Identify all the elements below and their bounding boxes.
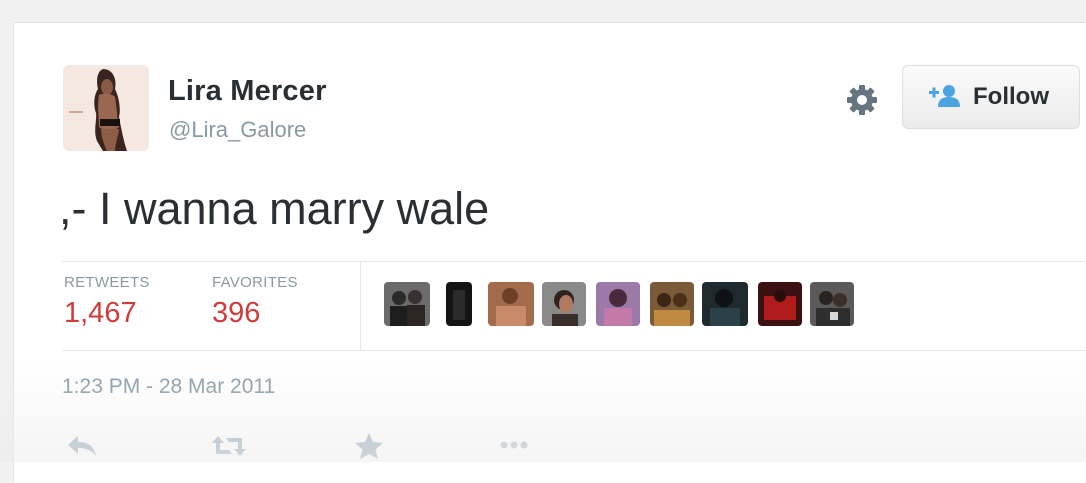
favoriter-avatar[interactable]	[596, 282, 640, 326]
favoriter-avatar[interactable]	[488, 282, 534, 326]
favorites-count: 396	[212, 297, 261, 329]
retweets-count: 1,467	[64, 297, 137, 329]
favoriter-avatar[interactable]	[702, 282, 748, 326]
retweet-icon[interactable]	[210, 432, 248, 465]
favoriter-avatar[interactable]	[446, 282, 472, 326]
reply-icon[interactable]	[66, 432, 98, 465]
tweet-stats: RETWEETS 1,467 FAVORITES 396	[62, 261, 1086, 351]
more-icon[interactable]	[498, 438, 530, 456]
follow-button[interactable]: Follow	[902, 65, 1080, 129]
favoriter-avatar[interactable]	[758, 282, 802, 326]
tweet-card: Lira Mercer @Lira_Galore Follow ,- I wan…	[13, 22, 1086, 483]
profile-avatar[interactable]	[63, 65, 149, 151]
profile-name[interactable]: Lira Mercer	[168, 75, 327, 108]
stats-divider	[360, 262, 361, 350]
retweets-stat[interactable]: RETWEETS 1,467	[64, 274, 150, 330]
tweet-timestamp[interactable]: 1:23 PM - 28 Mar 2011	[62, 375, 275, 399]
favorites-label: FAVORITES	[212, 274, 298, 291]
gear-icon[interactable]	[844, 82, 880, 118]
tweet-text: ,- I wanna marry wale	[59, 183, 490, 234]
favorites-stat[interactable]: FAVORITES 396	[212, 274, 298, 330]
retweets-label: RETWEETS	[64, 274, 150, 291]
tweet-actions	[62, 428, 662, 468]
favoriter-avatar[interactable]	[384, 282, 430, 326]
favoriter-avatar[interactable]	[650, 282, 694, 326]
profile-handle[interactable]: @Lira_Galore	[169, 117, 306, 143]
follow-label: Follow	[973, 83, 1049, 110]
follow-user-icon	[927, 83, 961, 109]
favorite-icon[interactable]	[354, 432, 384, 465]
favoriter-avatar[interactable]	[810, 282, 854, 326]
favoriter-avatar[interactable]	[542, 282, 586, 326]
